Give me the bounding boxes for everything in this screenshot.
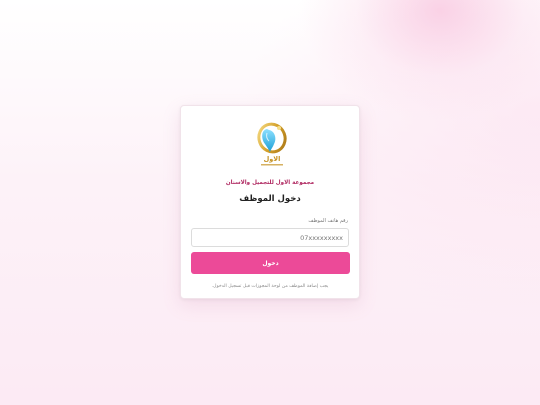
page-title: دخول الموظف — [239, 194, 301, 204]
phone-input[interactable] — [191, 228, 349, 247]
login-hint-text: يجب إضافة الموظف من لوحة المجوزات قبل تس… — [211, 284, 329, 289]
ring-logo-icon: الاول — [255, 120, 289, 172]
logo-wordmark: الاول — [264, 155, 281, 163]
organization-name: مجموعة الاول للتجميل والاسنان — [225, 180, 315, 186]
login-card: الاول مجموعة الاول للتجميل والاسنان دخول… — [180, 105, 360, 299]
login-button[interactable]: دخول — [191, 252, 350, 274]
phone-field-label: رقم هاتف الموظف — [308, 218, 348, 224]
